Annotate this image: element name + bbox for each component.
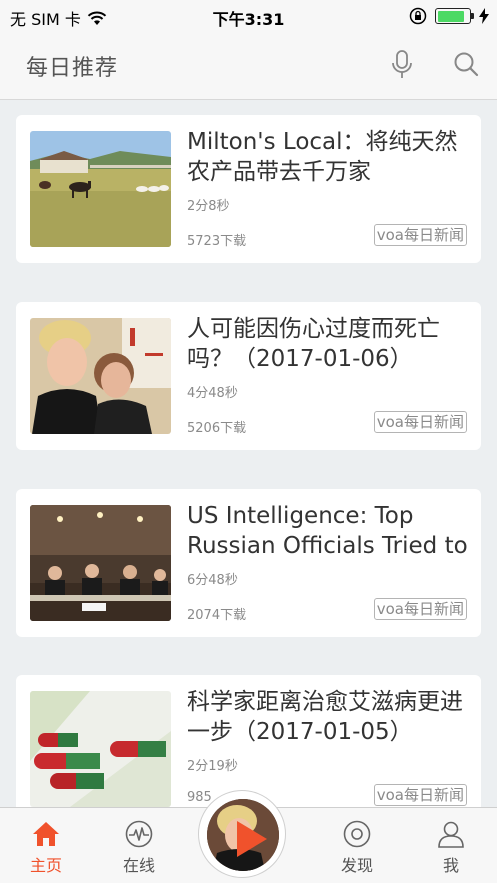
article-feed[interactable]: Milton's Local：将纯天然农产品带去千万家 2分8秒 5723下载 … xyxy=(0,100,497,807)
article-downloads: 985 xyxy=(187,790,212,805)
article-tag[interactable]: voa每日新闻 xyxy=(373,224,467,246)
tab-home-label: 主页 xyxy=(29,856,62,875)
article-card[interactable]: 人可能因伤心过度而死亡吗？（2017-01-06） 4分48秒 5206下载 v… xyxy=(16,302,481,450)
battery-icon xyxy=(435,8,474,24)
tab-online[interactable]: 在线 xyxy=(99,808,179,883)
discover-icon xyxy=(343,820,371,848)
now-playing-artwork xyxy=(207,799,279,871)
tab-discover[interactable]: 发现 xyxy=(317,808,397,883)
tab-me-label: 我 xyxy=(442,856,459,875)
tab-discover-label: 发现 xyxy=(340,856,373,875)
article-card[interactable]: 科学家距离治愈艾滋病更进一步（2017-01-05） 2分19秒 985 voa… xyxy=(16,675,481,807)
article-title: US Intelligence: Top Russian Officials T… xyxy=(187,503,468,559)
tab-me[interactable]: 我 xyxy=(411,808,491,883)
article-tag[interactable]: voa每日新闻 xyxy=(373,784,467,806)
live-pulse-icon xyxy=(125,820,153,848)
article-title: 科学家距离治愈艾滋病更进一步（2017-01-05） xyxy=(187,689,463,745)
microphone-icon[interactable] xyxy=(390,50,414,80)
article-downloads: 5723下载 xyxy=(187,234,247,249)
article-card[interactable]: US Intelligence: Top Russian Officials T… xyxy=(16,489,481,637)
article-title: Milton's Local：将纯天然农产品带去千万家 xyxy=(187,129,458,185)
article-tag[interactable]: voa每日新闻 xyxy=(373,411,467,433)
battery-level xyxy=(437,10,464,22)
article-duration: 4分48秒 xyxy=(187,386,238,401)
app-screen: 无 SIM 卡 下午3:31 每日推荐 Milton's Local：将纯天然农… xyxy=(0,0,497,883)
article-card[interactable]: Milton's Local：将纯天然农产品带去千万家 2分8秒 5723下载 … xyxy=(16,115,481,263)
article-thumbnail xyxy=(30,505,171,621)
status-bar: 无 SIM 卡 下午3:31 xyxy=(0,0,497,32)
tab-online-label: 在线 xyxy=(122,856,155,875)
play-icon xyxy=(237,821,267,857)
page-title: 每日推荐 xyxy=(26,56,119,81)
article-duration: 6分48秒 xyxy=(187,573,238,588)
search-icon[interactable] xyxy=(453,51,479,77)
status-right xyxy=(409,7,489,25)
now-playing-button[interactable] xyxy=(198,790,286,878)
profile-icon xyxy=(438,821,464,848)
rotation-lock-icon xyxy=(409,7,427,25)
article-thumbnail xyxy=(30,691,171,807)
article-downloads: 5206下载 xyxy=(187,421,247,436)
article-title: 人可能因伤心过度而死亡吗？（2017-01-06） xyxy=(187,316,440,372)
article-downloads: 2074下载 xyxy=(187,608,247,623)
article-thumbnail xyxy=(30,131,171,247)
article-duration: 2分19秒 xyxy=(187,759,238,774)
article-tag[interactable]: voa每日新闻 xyxy=(373,598,467,620)
home-icon xyxy=(33,822,59,846)
header: 每日推荐 xyxy=(0,32,497,100)
article-duration: 2分8秒 xyxy=(187,199,230,214)
article-thumbnail xyxy=(30,318,171,434)
tab-home[interactable]: 主页 xyxy=(6,808,86,883)
charging-bolt-icon xyxy=(479,8,489,24)
